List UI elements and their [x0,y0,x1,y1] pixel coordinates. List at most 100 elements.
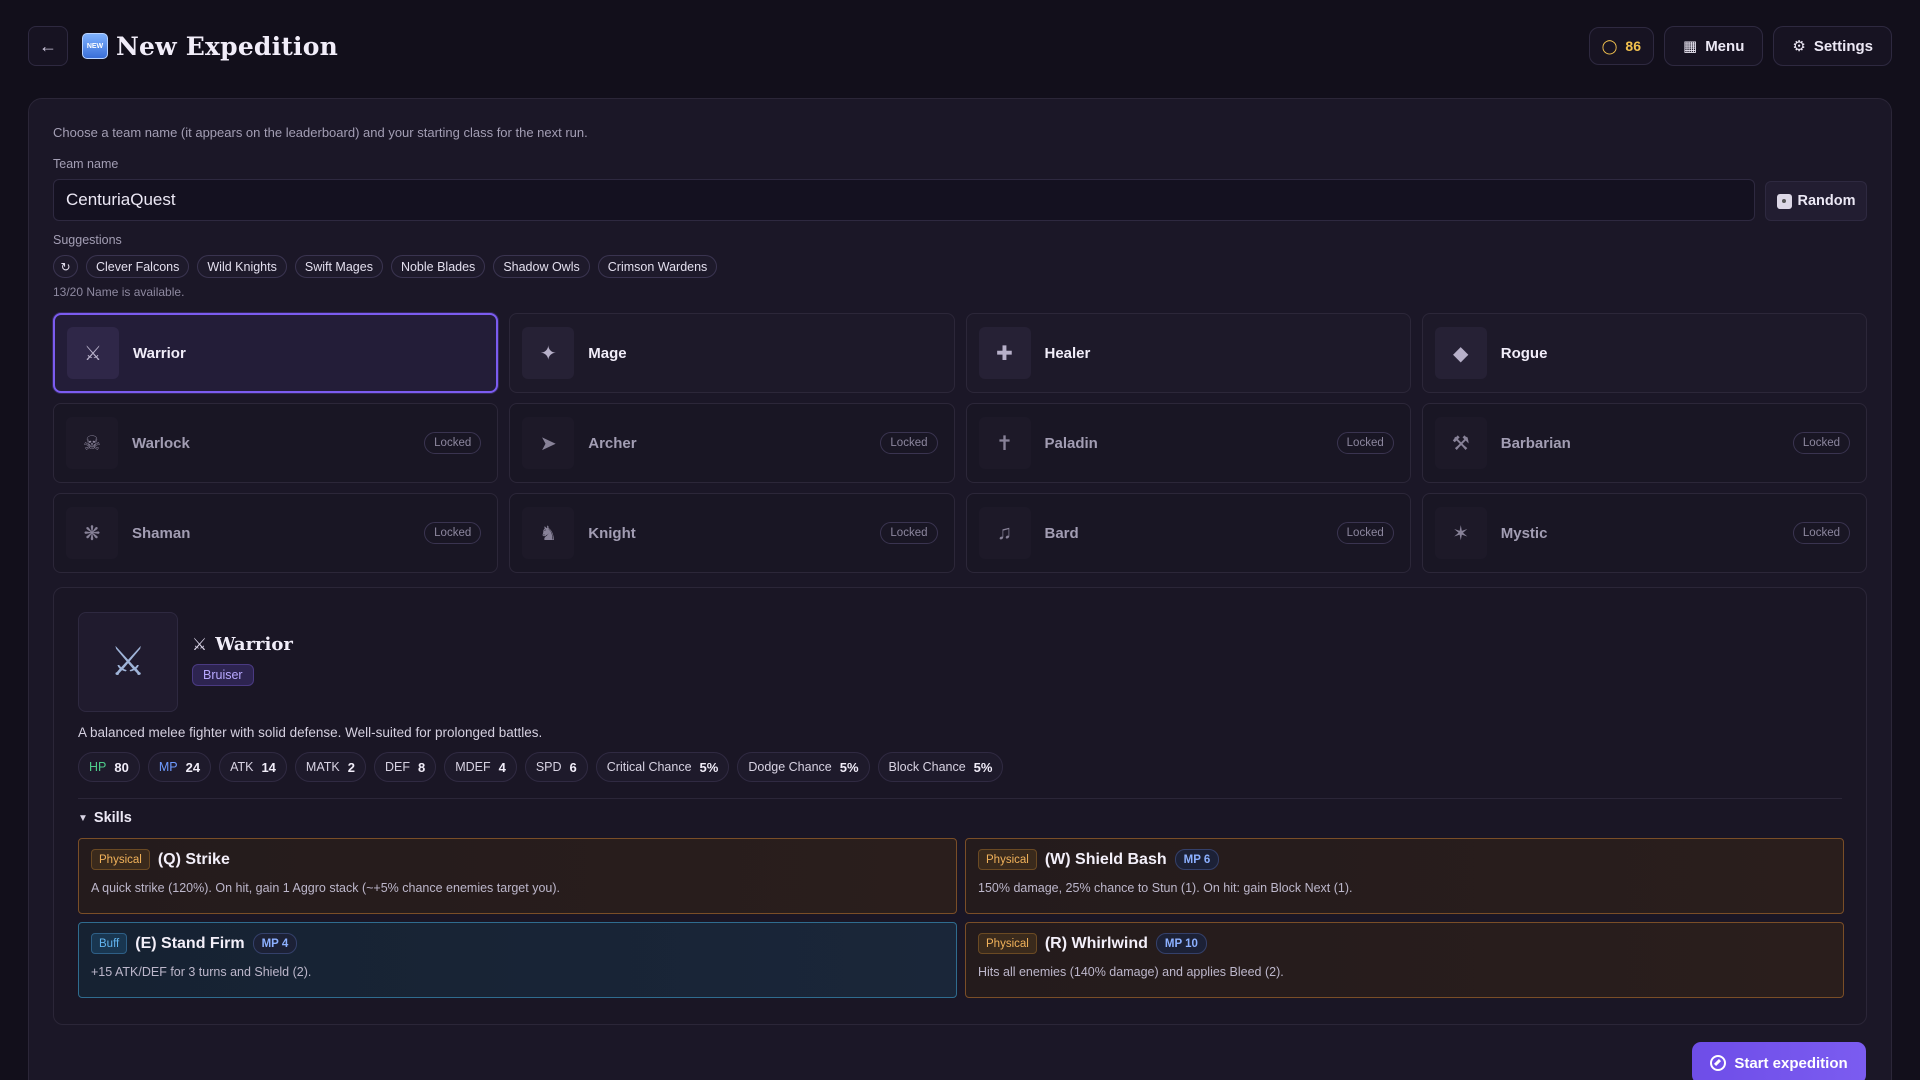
refresh-suggestions-button[interactable]: ↻ [53,255,78,278]
skill-card: Physical (R) Whirlwind MP 10 Hits all en… [965,922,1844,998]
caret-down-icon: ▼ [78,812,88,824]
warlock-sprite-icon: ☠ [66,417,118,469]
stat-spd: SPD 6 [524,752,588,782]
locked-badge: Locked [424,522,482,544]
new-icon: NEW [82,33,108,59]
random-button[interactable]: Random [1765,181,1867,221]
start-label: Start expedition [1734,1054,1848,1072]
class-name: Barbarian [1500,434,1571,452]
top-bar: ← NEW New Expedition ◯ 86 ▦ Menu ⚙ Setti… [28,26,1892,66]
stat-value: 80 [114,759,129,775]
class-card-healer[interactable]: ✚ Healer [965,313,1411,393]
stat-value: 5% [699,759,719,775]
suggestion-chip[interactable]: Shadow Owls [493,255,590,278]
random-label: Random [1797,193,1856,209]
stat-key: ATK [230,760,254,774]
stat-key: HP [89,760,107,774]
archer-sprite-icon: ➤ [522,417,575,469]
skill-description: Hits all enemies (140% damage) and appli… [978,965,1284,979]
locked-badge: Locked [1336,522,1394,544]
suggestion-chip[interactable]: Wild Knights [197,255,287,278]
compass-icon [1710,1055,1727,1071]
name-availability: 13/20 Name is available. [53,285,185,299]
stat-key: Critical Chance [606,760,692,774]
class-name: Rogue [1500,344,1548,362]
class-name: Mystic [1500,524,1548,542]
suggestion-chip[interactable]: Clever Falcons [86,255,190,278]
class-grid: ⚔ Warrior ✦ Mage ✚ Healer ◆ Rogue ☠ Warl… [53,313,1867,573]
suggestion-chip[interactable]: Swift Mages [294,255,383,278]
menu-label: Menu [1705,37,1745,55]
role-badge: Bruiser [192,664,254,686]
stat-mp: MP 24 [147,752,212,782]
suggestion-chip[interactable]: Crimson Wardens [597,255,718,278]
stat-value: 24 [185,759,201,775]
top-actions: ◯ 86 ▦ Menu ⚙ Settings [1588,26,1892,66]
back-button[interactable]: ← [28,26,68,66]
team-name-input[interactable] [53,179,1755,221]
locked-badge: Locked [1336,432,1394,454]
stat-key: SPD [535,760,562,774]
stat-atk: ATK 14 [219,752,287,782]
team-name-label: Team name [53,157,119,171]
locked-badge: Locked [1792,432,1850,454]
class-card-warrior[interactable]: ⚔ Warrior [53,313,499,393]
class-name: Warrior [133,344,186,362]
skills-label: Skills [93,810,132,826]
class-name: Mage [588,344,627,362]
stat-value: 4 [498,759,506,775]
detail-class-name: Warrior [215,634,293,655]
locked-badge: Locked [880,432,938,454]
stat-key: MATK [305,760,340,774]
class-card-mage[interactable]: ✦ Mage [509,313,955,393]
stat-value: 5% [973,759,993,775]
class-detail: ⚔ ⚔ Warrior Bruiser A balanced melee fig… [53,587,1867,1025]
class-card-mystic: ✶ Mystic Locked [1421,493,1867,573]
class-name: Archer [588,434,637,452]
skill-description: A quick strike (120%). On hit, gain 1 Ag… [91,881,560,895]
class-name: Knight [588,524,636,542]
stat-hp: HP 80 [78,752,140,782]
stat-key: MDEF [455,760,491,774]
shaman-sprite-icon: ❋ [66,507,118,559]
skill-type-tag: Physical [978,933,1037,954]
gear-icon: ⚙ [1792,38,1806,55]
settings-button[interactable]: ⚙ Settings [1773,26,1892,66]
menu-button[interactable]: ▦ Menu [1664,26,1764,66]
warrior-sprite-icon: ⚔ [67,327,119,379]
healer-sprite-icon: ✚ [978,327,1031,379]
mystic-sprite-icon: ✶ [1434,507,1487,559]
page-title: New Expedition [116,31,339,61]
stat-value: 8 [417,759,426,775]
skill-mp-cost: MP 10 [1155,933,1207,954]
stat-dodge-chance: Dodge Chance 5% [737,752,870,782]
stat-critical-chance: Critical Chance 5% [595,752,730,782]
class-card-warlock: ☠ Warlock Locked [53,403,499,483]
coin-count: 86 [1625,38,1641,54]
stat-value: 14 [261,759,276,775]
warrior-portrait-icon: ⚔ [78,612,178,712]
skill-type-tag: Physical [978,849,1037,870]
class-card-shaman: ❋ Shaman Locked [53,493,499,573]
detail-title-row: ⚔ Warrior [192,634,293,655]
expedition-panel: Choose a team name (it appears on the le… [28,98,1892,1080]
crossed-swords-icon: ⚔ [192,634,208,654]
coin-counter[interactable]: ◯ 86 [1588,27,1654,65]
mage-sprite-icon: ✦ [522,327,575,379]
skills-toggle[interactable]: ▼ Skills [78,810,132,826]
skill-name: (Q) Strike [157,850,230,868]
refresh-icon: ↻ [60,259,71,274]
suggestion-chips: ↻ Clever Falcons Wild Knights Swift Mage… [53,255,718,278]
class-name: Healer [1044,344,1091,362]
start-expedition-button[interactable]: Start expedition [1692,1042,1866,1080]
divider [78,798,1842,799]
skill-description: 150% damage, 25% chance to Stun (1). On … [978,881,1353,895]
skill-description: +15 ATK/DEF for 3 turns and Shield (2). [91,965,312,979]
stat-value: 2 [347,759,355,775]
bard-sprite-icon: ♫ [978,507,1031,559]
suggestions-label: Suggestions [53,233,122,247]
suggestion-chip[interactable]: Noble Blades [390,255,486,278]
class-card-rogue[interactable]: ◆ Rogue [1421,313,1867,393]
stat-matk: MATK 2 [294,752,366,782]
rogue-sprite-icon: ◆ [1434,327,1487,379]
